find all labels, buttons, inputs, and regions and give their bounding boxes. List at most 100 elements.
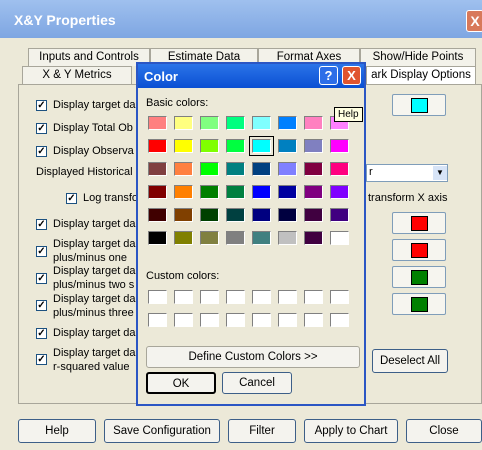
tab-x-y-metrics[interactable]: X & Y Metrics xyxy=(22,66,132,84)
basic-color-swatch[interactable] xyxy=(148,231,167,245)
custom-color-swatch[interactable] xyxy=(252,290,271,304)
basic-color-swatch[interactable] xyxy=(174,139,193,153)
basic-color-swatch[interactable] xyxy=(174,208,193,222)
basic-color-swatch[interactable] xyxy=(252,231,271,245)
custom-color-swatch[interactable] xyxy=(304,313,323,327)
basic-color-swatch[interactable] xyxy=(278,162,297,176)
basic-color-swatch[interactable] xyxy=(304,139,323,153)
swatch-button-green-1[interactable] xyxy=(392,266,446,288)
help-icon[interactable]: ? xyxy=(319,66,338,85)
checkbox-item-5[interactable]: ✓ xyxy=(36,328,47,339)
option-label: Display target da xyxy=(53,218,136,230)
basic-color-swatch[interactable] xyxy=(249,136,274,156)
basic-color-swatch[interactable] xyxy=(330,139,349,153)
basic-color-swatch[interactable] xyxy=(148,162,167,176)
basic-color-swatch[interactable] xyxy=(226,231,245,245)
custom-color-swatch[interactable] xyxy=(226,290,245,304)
tab-mark-display-options[interactable]: ark Display Options xyxy=(366,66,476,84)
basic-color-swatch[interactable] xyxy=(304,208,323,222)
close-icon[interactable]: X xyxy=(342,66,361,85)
swatch-button-red-1[interactable] xyxy=(392,212,446,234)
basic-color-swatch[interactable] xyxy=(226,116,245,130)
option-label-2: plus/minus three xyxy=(53,307,134,319)
checkbox-item-6[interactable]: ✓ xyxy=(36,354,47,365)
define-custom-colors-button[interactable]: Define Custom Colors >> xyxy=(146,346,360,368)
checkbox-display-observa[interactable]: ✓ xyxy=(36,146,47,157)
custom-color-swatch[interactable] xyxy=(148,290,167,304)
basic-color-swatch[interactable] xyxy=(226,208,245,222)
checkbox-display-target-1[interactable]: ✓ xyxy=(36,100,47,111)
basic-color-swatch[interactable] xyxy=(148,139,167,153)
filter-button[interactable]: Filter xyxy=(228,419,296,443)
custom-color-swatch[interactable] xyxy=(226,313,245,327)
basic-color-swatch[interactable] xyxy=(330,231,349,245)
basic-color-swatch[interactable] xyxy=(330,162,349,176)
checkbox-item-1[interactable]: ✓ xyxy=(36,219,47,230)
save-configuration-button[interactable]: Save Configuration xyxy=(104,419,220,443)
basic-color-swatch[interactable] xyxy=(252,208,271,222)
ok-button[interactable]: OK xyxy=(146,372,216,394)
basic-color-swatch[interactable] xyxy=(148,185,167,199)
basic-color-swatch[interactable] xyxy=(226,139,245,153)
basic-color-swatch[interactable] xyxy=(278,208,297,222)
basic-color-swatch[interactable] xyxy=(252,162,271,176)
basic-color-swatch[interactable] xyxy=(330,208,349,222)
basic-color-swatch[interactable] xyxy=(304,185,323,199)
basic-color-swatch[interactable] xyxy=(200,231,219,245)
custom-color-swatch[interactable] xyxy=(252,313,271,327)
basic-color-swatch[interactable] xyxy=(304,116,323,130)
basic-color-swatch[interactable] xyxy=(278,185,297,199)
checkbox-display-total[interactable]: ✓ xyxy=(36,123,47,134)
swatch-button-cyan[interactable] xyxy=(392,94,446,116)
swatch-button-red-2[interactable] xyxy=(392,239,446,261)
basic-color-swatch[interactable] xyxy=(200,208,219,222)
basic-color-swatch[interactable] xyxy=(174,185,193,199)
basic-color-swatch[interactable] xyxy=(330,185,349,199)
basic-color-swatch[interactable] xyxy=(200,116,219,130)
dropdown-value: r xyxy=(369,166,373,178)
basic-color-swatch[interactable] xyxy=(304,162,323,176)
swatch-button-green-2[interactable] xyxy=(392,293,446,315)
cancel-button[interactable]: Cancel xyxy=(222,372,292,394)
custom-color-swatch[interactable] xyxy=(200,313,219,327)
apply-to-chart-button[interactable]: Apply to Chart xyxy=(304,419,398,443)
basic-color-swatch[interactable] xyxy=(200,162,219,176)
basic-color-swatch[interactable] xyxy=(226,185,245,199)
basic-color-swatch[interactable] xyxy=(174,231,193,245)
basic-color-swatch[interactable] xyxy=(148,116,167,130)
basic-color-swatch[interactable] xyxy=(278,231,297,245)
custom-color-swatch[interactable] xyxy=(278,290,297,304)
window-close-button[interactable]: X xyxy=(466,10,482,32)
checkbox-item-2[interactable]: ✓ xyxy=(36,246,47,257)
checkbox-item-4[interactable]: ✓ xyxy=(36,300,47,311)
custom-color-swatch[interactable] xyxy=(278,313,297,327)
basic-color-swatch[interactable] xyxy=(304,231,323,245)
swatch xyxy=(411,98,428,113)
custom-color-swatch[interactable] xyxy=(174,313,193,327)
basic-color-swatch[interactable] xyxy=(226,162,245,176)
basic-color-swatch[interactable] xyxy=(200,185,219,199)
basic-color-swatch[interactable] xyxy=(148,208,167,222)
basic-color-swatch[interactable] xyxy=(174,116,193,130)
deselect-all-button[interactable]: Deselect All xyxy=(372,349,448,373)
historical-dropdown[interactable]: r ▼ xyxy=(366,164,448,182)
custom-color-swatch[interactable] xyxy=(174,290,193,304)
custom-color-swatch[interactable] xyxy=(304,290,323,304)
basic-color-swatch[interactable] xyxy=(174,162,193,176)
tab-inputs-and-controls[interactable]: Inputs and Controls xyxy=(28,48,150,66)
basic-color-swatch[interactable] xyxy=(252,185,271,199)
help-button[interactable]: Help xyxy=(18,419,96,443)
basic-color-swatch[interactable] xyxy=(278,139,297,153)
custom-color-swatch[interactable] xyxy=(330,290,349,304)
checkbox-item-3[interactable]: ✓ xyxy=(36,273,47,284)
close-button[interactable]: Close xyxy=(406,419,482,443)
basic-color-swatch[interactable] xyxy=(278,116,297,130)
custom-color-swatch[interactable] xyxy=(330,313,349,327)
checkbox-log-transform[interactable]: ✓ xyxy=(66,193,77,204)
basic-color-swatch[interactable] xyxy=(252,116,271,130)
chevron-down-icon[interactable]: ▼ xyxy=(433,166,447,180)
custom-color-swatch[interactable] xyxy=(148,313,167,327)
custom-color-swatch[interactable] xyxy=(200,290,219,304)
basic-color-swatch[interactable] xyxy=(200,139,219,153)
tab-show-hide-points[interactable]: Show/Hide Points xyxy=(360,48,476,66)
